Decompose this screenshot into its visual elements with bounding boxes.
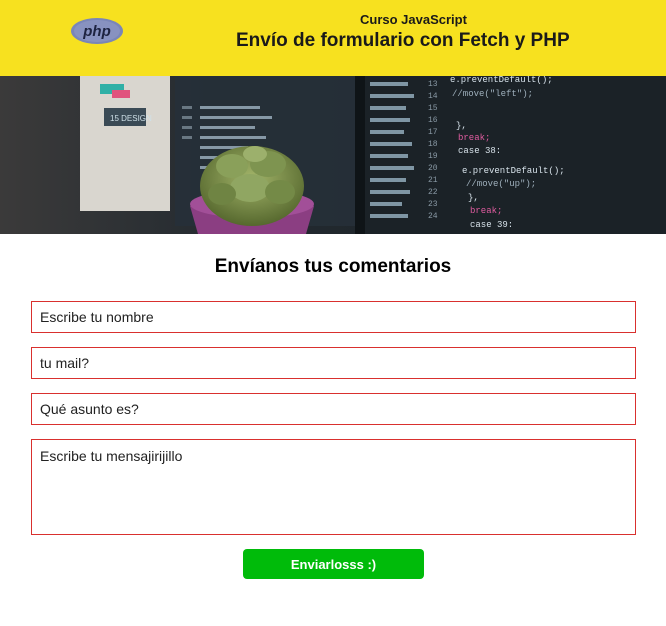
svg-text:21: 21	[428, 176, 438, 185]
subject-input[interactable]	[31, 393, 636, 425]
svg-text:break;: break;	[458, 133, 490, 143]
screen-label: 15 DESIGN	[110, 114, 152, 123]
svg-text:},: },	[468, 193, 479, 203]
php-logo: php	[71, 18, 123, 44]
svg-text:24: 24	[428, 212, 438, 221]
svg-text:13: 13	[428, 80, 438, 89]
svg-text:18: 18	[428, 140, 438, 149]
message-textarea[interactable]	[31, 439, 636, 535]
svg-text:14: 14	[428, 92, 438, 101]
svg-text:20: 20	[428, 164, 438, 173]
svg-text:break;: break;	[470, 206, 502, 216]
page-title: Envío de formulario con Fetch y PHP	[236, 30, 570, 51]
svg-text:17: 17	[428, 128, 438, 137]
code-screen-photo: 15 DESIGN 13 14 15 16 17 18 19 20 21 22 …	[0, 76, 666, 234]
svg-text:15: 15	[428, 104, 438, 113]
svg-text:23: 23	[428, 200, 438, 209]
svg-text://move("up");: //move("up");	[466, 179, 536, 189]
form-title: Envíanos tus comentarios	[214, 256, 452, 277]
svg-text:19: 19	[428, 152, 438, 161]
hero-image: 15 DESIGN 13 14 15 16 17 18 19 20 21 22 …	[0, 76, 666, 234]
svg-text:},: },	[456, 121, 467, 131]
svg-text://move("left");: //move("left");	[452, 89, 533, 99]
name-input[interactable]	[31, 301, 636, 333]
svg-text:e.preventDefault();: e.preventDefault();	[450, 76, 553, 85]
svg-text:e.preventDefault();: e.preventDefault();	[462, 166, 565, 176]
svg-text:case 38:: case 38:	[458, 146, 501, 156]
page-header: php Curso JavaScript Envío de formulario…	[0, 0, 666, 76]
php-logo-text: php	[82, 23, 111, 40]
submit-button[interactable]: Enviarlosss :)	[243, 549, 424, 579]
svg-text:22: 22	[428, 188, 438, 197]
email-input[interactable]	[31, 347, 636, 379]
svg-text:case 39:: case 39:	[470, 220, 513, 230]
svg-text:16: 16	[428, 116, 438, 125]
course-label: Curso JavaScript	[360, 12, 467, 27]
